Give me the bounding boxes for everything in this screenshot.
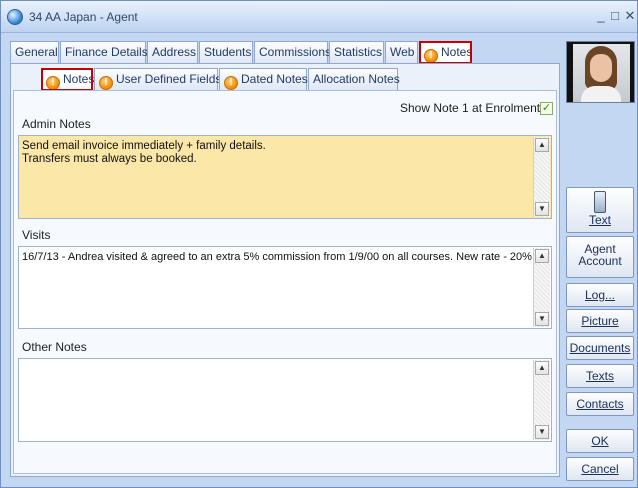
visits-textarea[interactable]: 16/7/13 - Andrea visited & agreed to an … (18, 246, 552, 329)
tab-finance-details[interactable]: Finance Details (60, 41, 148, 63)
other-notes-textarea[interactable]: ▲ ▼ (18, 358, 552, 442)
title-bar: 34 AA Japan - Agent _ □ ✕ (1, 1, 637, 33)
info-icon: ! (424, 49, 438, 63)
scroll-up-arrow-icon[interactable]: ▲ (535, 361, 549, 375)
admin-notes-text: Send email invoice immediately + family … (22, 140, 266, 165)
agent-photo[interactable] (566, 41, 635, 103)
scroll-down-arrow-icon[interactable]: ▼ (535, 312, 549, 326)
tab-web[interactable]: Web (385, 41, 418, 63)
other-notes-scrollbar[interactable]: ▲ ▼ (533, 360, 550, 440)
picture-button[interactable]: Picture (566, 309, 634, 333)
log-button[interactable]: Log... (566, 283, 634, 307)
scroll-down-arrow-icon[interactable]: ▼ (535, 202, 549, 216)
visits-scrollbar[interactable]: ▲ ▼ (533, 248, 550, 327)
visits-text: 16/7/13 - Andrea visited & agreed to an … (22, 251, 532, 263)
tab-students[interactable]: Students (199, 41, 253, 63)
scroll-up-arrow-icon[interactable]: ▲ (535, 249, 549, 263)
info-icon: ! (224, 76, 238, 90)
subtab-notes[interactable]: ! Notes (41, 68, 94, 91)
cancel-button[interactable]: Cancel (566, 457, 634, 481)
other-notes-label: Other Notes (22, 340, 87, 354)
show-note-checkbox[interactable]: ✓ (540, 102, 553, 115)
visits-label: Visits (22, 228, 51, 242)
tab-commissions[interactable]: Commissions (254, 41, 331, 63)
tab-notes[interactable]: ! Notes (419, 41, 472, 64)
globe-icon (7, 9, 23, 25)
admin-notes-label: Admin Notes (22, 117, 91, 131)
info-icon: ! (46, 76, 60, 90)
texts-button[interactable]: Texts (566, 364, 634, 388)
mobile-phone-icon (594, 191, 606, 213)
admin-notes-scrollbar[interactable]: ▲ ▼ (533, 137, 550, 217)
agent-window: 34 AA Japan - Agent _ □ ✕ General Financ… (0, 0, 638, 488)
scroll-up-arrow-icon[interactable]: ▲ (535, 138, 549, 152)
maximize-button[interactable]: □ (607, 7, 623, 25)
scroll-down-arrow-icon[interactable]: ▼ (535, 425, 549, 439)
subtab-user-defined-fields[interactable]: ! User Defined Fields (94, 68, 221, 90)
ok-button[interactable]: OK (566, 429, 634, 453)
admin-notes-textarea[interactable]: Send email invoice immediately + family … (18, 135, 552, 219)
tab-address[interactable]: Address (147, 41, 198, 63)
window-title: 34 AA Japan - Agent (29, 10, 138, 24)
subtab-allocation-notes[interactable]: Allocation Notes (308, 68, 400, 90)
info-icon: ! (99, 76, 113, 90)
documents-button[interactable]: Documents (566, 336, 634, 360)
show-note-label: Show Note 1 at Enrolment (400, 101, 541, 115)
agent-account-button[interactable]: Agent Account (566, 236, 634, 278)
subtab-dated-notes[interactable]: ! Dated Notes (219, 68, 308, 90)
tab-statistics[interactable]: Statistics (329, 41, 384, 63)
contacts-button[interactable]: Contacts (566, 392, 634, 416)
tab-general[interactable]: General (10, 41, 59, 63)
text-button[interactable]: Text (566, 187, 634, 233)
close-button[interactable]: ✕ (622, 7, 638, 25)
